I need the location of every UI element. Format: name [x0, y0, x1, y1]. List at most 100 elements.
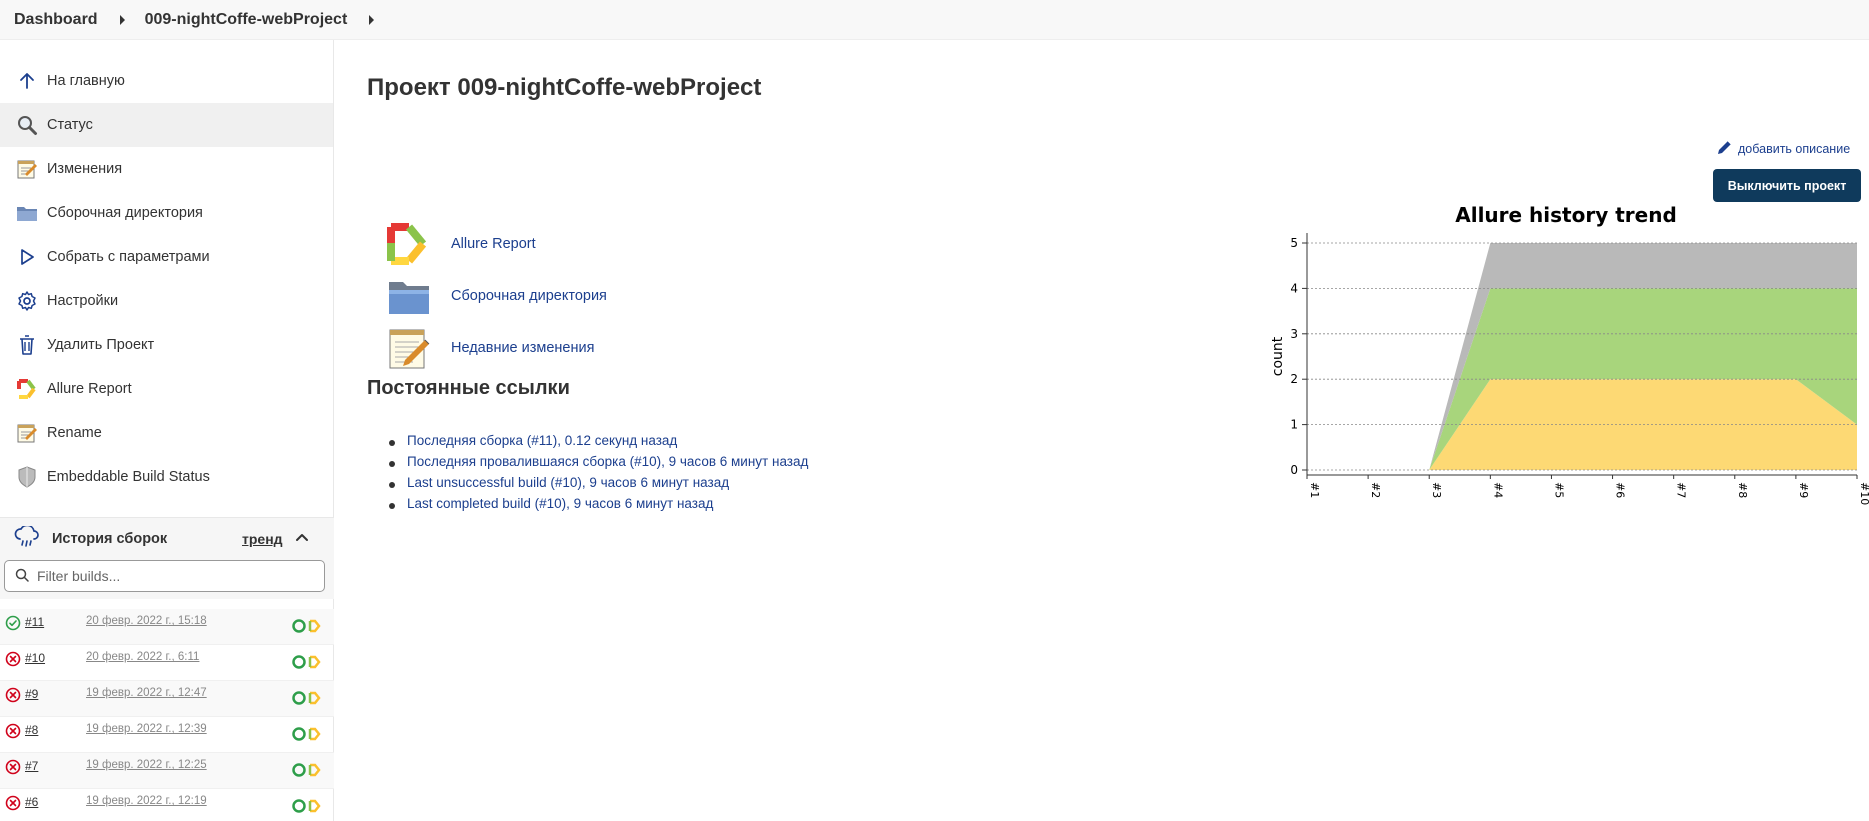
build-date-link[interactable]: 19 февр. 2022 г., 12:47: [86, 687, 207, 699]
sidebar-item-embeddable-build-status[interactable]: Embeddable Build Status: [0, 455, 333, 499]
x-tick-label: #5: [1552, 482, 1565, 498]
permalink-item[interactable]: Последняя провалившаяся сборка (#10), 9 …: [389, 454, 808, 475]
x-tick-label: #7: [1675, 482, 1688, 498]
trend-link[interactable]: тренд: [242, 531, 283, 547]
y-tick-label: 2: [1290, 372, 1298, 386]
search-icon: [15, 113, 39, 137]
build-date-link[interactable]: 19 февр. 2022 г., 12:39: [86, 723, 207, 735]
build-number-link[interactable]: #7: [25, 759, 38, 773]
build-number-link[interactable]: #11: [25, 615, 44, 629]
x-tick-label: #8: [1736, 482, 1749, 498]
y-tick-label: 1: [1290, 418, 1298, 432]
notepad-icon: [385, 324, 433, 372]
chevron-up-icon[interactable]: [294, 530, 310, 550]
permalinks-list: Последняя сборка (#11), 0.12 секунд наза…: [389, 433, 808, 517]
trash-icon: [15, 333, 39, 357]
filter-builds-input[interactable]: [37, 568, 317, 584]
build-date-link[interactable]: 20 февр. 2022 г., 6:11: [86, 651, 199, 663]
permalinks-title: Постоянные ссылки: [367, 377, 570, 399]
x-tick-label: #6: [1614, 482, 1627, 498]
build-date-link[interactable]: 20 февр. 2022 г., 15:18: [86, 615, 207, 627]
sidebar-item-label: Rename: [47, 425, 102, 441]
main-link-label[interactable]: Allure Report: [451, 236, 536, 252]
notepad-icon: [15, 421, 39, 445]
search-icon: [15, 567, 29, 586]
build-date-link[interactable]: 19 февр. 2022 г., 12:25: [86, 759, 207, 771]
x-tick-label: #3: [1430, 482, 1443, 498]
allure-icon[interactable]: [291, 654, 323, 674]
allure-icon[interactable]: [291, 798, 323, 818]
sidebar-item-changes[interactable]: Изменения: [0, 147, 333, 191]
main-link-allure-report[interactable]: Allure Report: [385, 220, 536, 268]
cloud-rain-icon: [14, 524, 40, 552]
play-icon: [15, 245, 39, 269]
main-link-workspace[interactable]: Сборочная директория: [385, 272, 607, 320]
add-description-link[interactable]: добавить описание: [1716, 138, 1850, 159]
sidebar-item-label: Изменения: [47, 161, 123, 177]
add-description-label: добавить описание: [1738, 141, 1851, 156]
main-link-label[interactable]: Сборочная директория: [451, 288, 607, 304]
folder-icon: [15, 201, 39, 225]
arrow-up-icon: [15, 69, 39, 93]
sidebar-item-delete-project[interactable]: Удалить Проект: [0, 323, 333, 367]
build-row: #10 20 февр. 2022 г., 6:11: [0, 645, 334, 681]
breadcrumb-project[interactable]: 009-nightCoffe-webProject: [145, 11, 348, 29]
chevron-right-icon[interactable]: [369, 14, 375, 25]
build-history-title: История сборок: [52, 531, 168, 547]
breadcrumb-dashboard[interactable]: Dashboard: [14, 11, 98, 29]
sidebar-item-home[interactable]: На главную: [0, 59, 333, 103]
sidebar-item-build-with-parameters[interactable]: Собрать с параметрами: [0, 235, 333, 279]
y-tick-label: 5: [1290, 236, 1298, 250]
sidebar-item-label: Сборочная директория: [47, 205, 203, 221]
folder-icon: [385, 272, 433, 320]
build-number-link[interactable]: #6: [25, 795, 38, 809]
sidebar-item-label: На главную: [47, 73, 125, 89]
build-list: #11 20 февр. 2022 г., 15:18 #10 20 февр.…: [0, 609, 334, 821]
build-row: #11 20 февр. 2022 г., 15:18: [0, 609, 334, 645]
failed-icon: [5, 687, 21, 707]
failed-icon: [5, 795, 21, 815]
main-link-recent-changes[interactable]: Недавние изменения: [385, 324, 594, 372]
x-tick-label: #1: [1308, 482, 1321, 498]
chevron-right-icon[interactable]: [119, 14, 125, 25]
sidebar-item-allure-report[interactable]: Allure Report: [0, 367, 333, 411]
build-number-link[interactable]: #10: [25, 651, 45, 665]
allure-icon: [385, 220, 433, 268]
build-date-link[interactable]: 19 февр. 2022 г., 12:19: [86, 795, 207, 807]
build-row: #9 19 февр. 2022 г., 12:47: [0, 681, 334, 717]
sidebar-item-status[interactable]: Статус: [0, 103, 333, 147]
allure-icon[interactable]: [291, 690, 323, 710]
x-tick-label: #10: [1858, 482, 1869, 505]
y-tick-label: 3: [1290, 327, 1298, 341]
failed-icon: [5, 651, 21, 671]
allure-icon[interactable]: [291, 762, 323, 782]
sidebar-item-workspace[interactable]: Сборочная директория: [0, 191, 333, 235]
permalink-item[interactable]: Last completed build (#10), 9 часов 6 ми…: [389, 496, 808, 517]
area-series-0: [1307, 379, 1857, 470]
y-tick-label: 0: [1290, 463, 1298, 477]
allure-icon[interactable]: [291, 726, 323, 746]
build-number-link[interactable]: #8: [25, 723, 38, 737]
shield-icon: [15, 465, 39, 489]
main-link-label[interactable]: Недавние изменения: [451, 340, 594, 356]
failed-icon: [5, 723, 21, 743]
notepad-icon: [15, 157, 39, 181]
build-number-link[interactable]: #9: [25, 687, 38, 701]
breadcrumb: Dashboard 009-nightCoffe-webProject: [0, 0, 1869, 40]
gear-icon: [15, 289, 39, 313]
permalink-item[interactable]: Последняя сборка (#11), 0.12 секунд наза…: [389, 433, 808, 454]
success-icon: [5, 615, 21, 635]
sidebar-item-settings[interactable]: Настройки: [0, 279, 333, 323]
sidebar-item-label: Статус: [47, 117, 93, 133]
allure-icon[interactable]: [291, 618, 323, 638]
allure-history-trend-chart[interactable]: 0 1 2 3 4 5 #1 #2 #3 #4 #5 #6 #7 #8 #9 #10 count: [1262, 200, 1869, 510]
sidebar-item-rename[interactable]: Rename: [0, 411, 333, 455]
disable-project-button[interactable]: Выключить проект: [1713, 169, 1861, 202]
x-tick-label: #9: [1797, 482, 1810, 498]
pencil-icon: [1716, 138, 1738, 159]
page-title: Проект 009-nightCoffe-webProject: [367, 74, 762, 101]
permalink-item[interactable]: Last unsuccessful build (#10), 9 часов 6…: [389, 475, 808, 496]
sidebar-item-label: Настройки: [47, 293, 119, 309]
sidebar-item-label: Собрать с параметрами: [47, 249, 210, 265]
build-row: #6 19 февр. 2022 г., 12:19: [0, 789, 334, 821]
